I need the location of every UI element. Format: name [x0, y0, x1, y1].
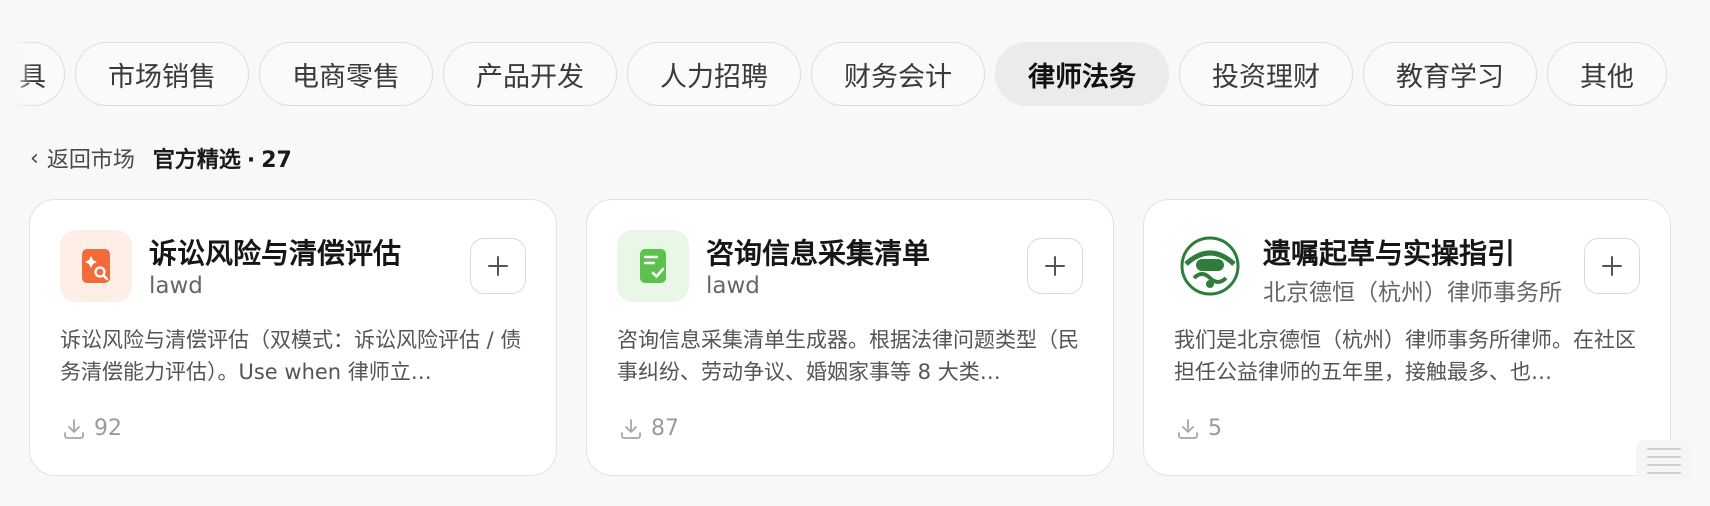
add-skill-button[interactable]: [1584, 238, 1640, 294]
skill-card-grid: 诉讼风险与清偿评估 lawd 诉讼风险与清偿评估（双模式：诉讼风险评估 / 债务…: [29, 199, 1671, 476]
chevron-left-icon: ‹: [30, 145, 39, 171]
download-count: 5: [1176, 416, 1222, 441]
section-title: 官方精选 · 27: [153, 142, 292, 174]
skill-author: 北京德恒（杭州）律师事务所: [1263, 280, 1562, 306]
section-separator: ·: [246, 148, 256, 173]
category-chip-label: 具: [19, 61, 46, 93]
download-icon: [621, 418, 641, 439]
download-count-value: 5: [1208, 416, 1222, 441]
category-chip-investment[interactable]: 投资理财: [1179, 42, 1353, 106]
add-skill-button[interactable]: [470, 238, 526, 294]
category-chip-product[interactable]: 产品开发: [443, 42, 617, 106]
download-icon: [64, 418, 84, 439]
skill-card[interactable]: 咨询信息采集清单 lawd 咨询信息采集清单生成器。根据法律问题类型（民事纠纷、…: [586, 199, 1114, 476]
category-chip-other[interactable]: 其他: [1547, 42, 1667, 106]
law-firm-logo-icon: [1174, 230, 1246, 302]
section-count: 27: [261, 148, 292, 173]
scroll-handle[interactable]: [1636, 440, 1692, 482]
plus-icon: [1602, 256, 1622, 276]
download-count-value: 92: [94, 416, 122, 441]
plus-icon: [488, 256, 508, 276]
category-chip-ecommerce[interactable]: 电商零售: [259, 42, 433, 106]
skill-market-page: 具 市场销售 电商零售 产品开发 人力招聘 财务会计 律师法务 投资理财 教育学…: [0, 0, 1710, 506]
skill-card[interactable]: 遗嘱起草与实操指引 北京德恒（杭州）律师事务所 我们是北京德恒（杭州）律师事务所…: [1143, 199, 1671, 476]
plus-icon: [1045, 256, 1065, 276]
skill-title: 诉讼风险与清偿评估: [149, 237, 402, 270]
skill-author: lawd: [149, 273, 203, 299]
add-skill-button[interactable]: [1027, 238, 1083, 294]
skill-author: lawd: [706, 273, 760, 299]
category-chip-education[interactable]: 教育学习: [1363, 42, 1537, 106]
category-chip-legal[interactable]: 律师法务: [995, 42, 1169, 106]
skill-description: 咨询信息采集清单生成器。根据法律问题类型（民事纠纷、劳动争议、婚姻家事等 8 大…: [617, 328, 1079, 384]
download-count: 87: [619, 416, 679, 441]
back-to-market-link[interactable]: ‹ 返回市场: [30, 142, 135, 174]
checklist-icon: [617, 230, 689, 302]
download-count-value: 87: [651, 416, 679, 441]
section-name: 官方精选: [152, 148, 241, 173]
risk-assessment-icon: [60, 230, 132, 302]
download-icon: [1178, 418, 1198, 439]
skill-description: 我们是北京德恒（杭州）律师事务所律师。在社区担任公益律师的五年里，接触最多、也…: [1174, 328, 1636, 384]
skill-title: 遗嘱起草与实操指引: [1263, 237, 1516, 270]
skill-description: 诉讼风险与清偿评估（双模式：诉讼风险评估 / 债务清偿能力评估）。Use whe…: [60, 328, 522, 384]
skill-title: 咨询信息采集清单: [706, 237, 931, 270]
category-chip-row: 具 市场销售 电商零售 产品开发 人力招聘 财务会计 律师法务 投资理财 教育学…: [0, 42, 1710, 106]
download-count: 92: [62, 416, 122, 441]
skill-card[interactable]: 诉讼风险与清偿评估 lawd 诉讼风险与清偿评估（双模式：诉讼风险评估 / 债务…: [29, 199, 557, 476]
category-chip-partial[interactable]: 具: [0, 42, 65, 106]
breadcrumb: ‹ 返回市场 官方精选 · 27: [30, 142, 292, 174]
category-chip-hr[interactable]: 人力招聘: [627, 42, 801, 106]
category-chip-finance[interactable]: 财务会计: [811, 42, 985, 106]
category-chip-marketing[interactable]: 市场销售: [75, 42, 249, 106]
back-label: 返回市场: [46, 148, 135, 173]
